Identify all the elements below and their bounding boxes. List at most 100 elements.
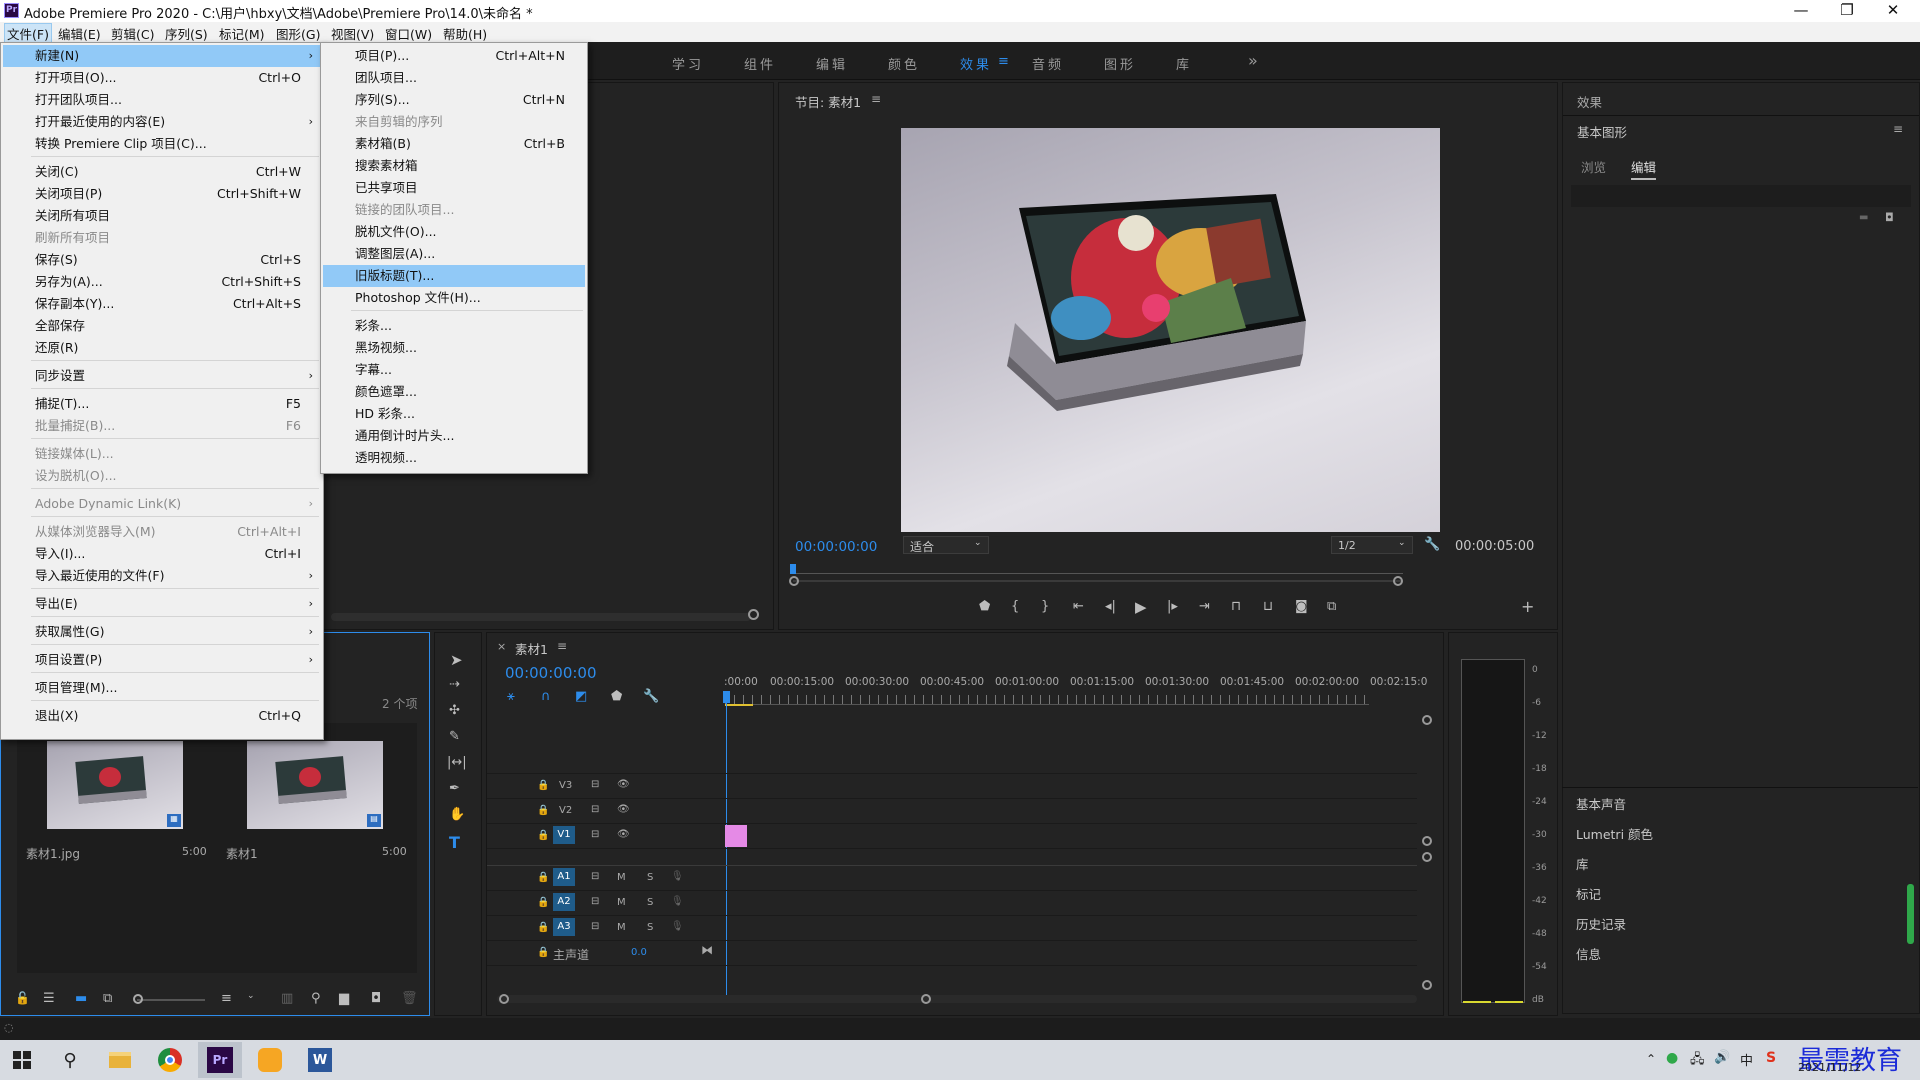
lock-icon[interactable]: 🔒 (537, 947, 549, 958)
pen-tool-icon[interactable]: ✒ (449, 781, 460, 796)
sync-lock-icon[interactable]: ⊟ (591, 779, 599, 790)
scroll-handle-icon[interactable] (1422, 980, 1432, 990)
lock-icon[interactable]: 🔒 (537, 872, 549, 883)
file-menu-item[interactable]: 项目管理(M)... (3, 677, 321, 699)
tray-icon[interactable]: ● (1666, 1050, 1678, 1066)
volume-icon[interactable]: 🔊 (1714, 1050, 1730, 1065)
track-label[interactable]: A3 (553, 918, 575, 936)
file-menu-item[interactable]: 保存副本(Y)... Ctrl+Alt+S (3, 293, 321, 315)
file-menu-item[interactable]: 获取属性(G) › (3, 621, 321, 643)
new-menu-item[interactable]: 项目(P)... Ctrl+Alt+N (323, 45, 585, 67)
add-marker-icon[interactable]: ⬟ (979, 599, 990, 614)
folder-icon[interactable]: ▬ (1859, 212, 1868, 223)
new-menu-item[interactable]: 彩条... (323, 315, 585, 337)
track-label[interactable]: V3 (559, 780, 572, 791)
new-menu-item[interactable]: Photoshop 文件(H)... (323, 287, 585, 309)
program-monitor-title[interactable]: 节目: 素材1 (795, 92, 861, 111)
snap-icon[interactable]: ∩ (541, 689, 551, 704)
chevron-up-icon[interactable]: ⌃ (1646, 1052, 1656, 1066)
new-menu-item[interactable]: 素材箱(B) Ctrl+B (323, 133, 585, 155)
panel-libraries[interactable]: 库 (1576, 854, 1589, 873)
microphone-icon[interactable]: 🎙 (671, 921, 684, 932)
menu-graphics[interactable]: 图形(G) (276, 24, 320, 43)
time-ruler[interactable] (725, 695, 1369, 705)
timeline-close-icon[interactable]: × (497, 640, 506, 653)
file-menu-item[interactable]: 导入(I)... Ctrl+I (3, 543, 321, 565)
panel-essential-sound[interactable]: 基本声音 (1576, 794, 1626, 813)
lock-icon[interactable]: 🔓 (15, 991, 30, 1005)
step-forward-icon[interactable]: |▸ (1167, 599, 1178, 614)
layers-list[interactable] (1571, 185, 1911, 207)
tab-edit[interactable]: 编辑 (1631, 157, 1657, 180)
file-menu-item[interactable]: 设为脱机(O)... (3, 465, 321, 487)
workspace-libraries[interactable]: 库 (1176, 54, 1192, 73)
master-volume-value[interactable]: 0.0 (631, 947, 647, 958)
new-menu-item[interactable]: 链接的团队项目... (323, 199, 585, 221)
file-menu-item[interactable]: 新建(N) › (3, 45, 321, 67)
scroll-handle-icon[interactable] (1422, 836, 1432, 846)
effects-panel-title[interactable]: 效果 (1577, 92, 1602, 111)
eye-icon[interactable]: 👁 (617, 829, 630, 840)
workspace-audio[interactable]: 音频 (1032, 54, 1064, 73)
new-menu-item[interactable]: 团队项目... (323, 67, 585, 89)
play-icon[interactable]: ▶ (1135, 598, 1147, 616)
file-explorer-icon[interactable] (98, 1042, 142, 1078)
new-bin-icon[interactable]: ▆ (339, 991, 349, 1006)
chevron-down-icon[interactable]: ⌄ (247, 991, 255, 1001)
eye-icon[interactable]: 👁 (617, 804, 630, 815)
sync-lock-icon[interactable]: ⊟ (591, 921, 599, 932)
file-menu-item[interactable]: 全部保存 (3, 315, 321, 337)
timeline-tab[interactable]: 素材1 (515, 639, 548, 658)
new-menu-item[interactable]: 颜色遮罩... (323, 381, 585, 403)
menu-edit[interactable]: 编辑(E) (58, 24, 101, 43)
slip-tool-icon[interactable]: |↔| (447, 755, 467, 770)
file-menu-item[interactable]: 打开最近使用的内容(E) › (3, 111, 321, 133)
windows-start-icon[interactable] (0, 1042, 44, 1078)
clock-date[interactable]: 2021/11/12 (1798, 1061, 1861, 1074)
menu-help[interactable]: 帮助(H) (443, 24, 487, 43)
file-menu-item[interactable]: 链接媒体(L)... (3, 443, 321, 465)
chrome-icon[interactable] (148, 1042, 192, 1078)
ripple-edit-tool-icon[interactable]: ✣ (449, 703, 460, 718)
solo-button[interactable]: S (647, 922, 653, 933)
freeform-view-icon[interactable]: ⧉ (103, 991, 112, 1006)
solo-button[interactable]: S (647, 872, 653, 883)
project-thumbnail[interactable]: ▤ (247, 741, 383, 829)
lock-icon[interactable]: 🔒 (537, 922, 549, 933)
trash-icon[interactable]: 🗑 (401, 991, 418, 1006)
file-menu-item[interactable]: 退出(X) Ctrl+Q (3, 705, 321, 727)
go-to-end-icon[interactable]: ⧓ (701, 943, 713, 957)
program-timecode-current[interactable]: 00:00:00:00 (795, 539, 877, 555)
new-menu-item[interactable]: 旧版标题(T)... (323, 265, 585, 287)
green-scroll-indicator[interactable] (1907, 884, 1914, 944)
new-layer-icon[interactable]: ◘ (1885, 211, 1894, 224)
new-menu-item[interactable]: 通用倒计时片头... (323, 425, 585, 447)
track-label[interactable]: A2 (553, 893, 575, 911)
work-area-bar[interactable] (725, 704, 753, 706)
file-menu-item[interactable]: 导入最近使用的文件(F) › (3, 565, 321, 587)
new-menu-item[interactable]: 透明视频... (323, 447, 585, 469)
maximize-button[interactable]: ❐ (1824, 0, 1870, 22)
timeline-h-scrollbar[interactable] (497, 995, 1417, 1003)
sogou-icon[interactable]: S (1766, 1050, 1776, 1066)
program-scrubber[interactable] (793, 562, 1403, 574)
panel-history[interactable]: 历史记录 (1576, 914, 1626, 933)
file-menu-item[interactable]: 保存(S) Ctrl+S (3, 249, 321, 271)
workspace-color[interactable]: 颜色 (888, 54, 920, 73)
menu-clip[interactable]: 剪辑(C) (111, 24, 154, 43)
go-to-out-icon[interactable]: ⇥ (1199, 599, 1210, 614)
new-menu-item[interactable]: 字幕... (323, 359, 585, 381)
file-menu-item[interactable]: 打开团队项目... (3, 89, 321, 111)
mark-out-icon[interactable]: } (1041, 599, 1049, 614)
file-menu-item[interactable]: 还原(R) (3, 337, 321, 359)
panel-lumetri-color[interactable]: Lumetri 颜色 (1576, 824, 1653, 843)
premiere-taskbar-icon[interactable]: Pr (198, 1042, 242, 1078)
resolution-dropdown[interactable]: 1/2 ⌄ (1331, 536, 1413, 554)
lock-icon[interactable]: 🔒 (537, 830, 549, 841)
menu-markers[interactable]: 标记(M) (219, 24, 265, 43)
file-menu-item[interactable]: 关闭(C) Ctrl+W (3, 161, 321, 183)
add-button-icon[interactable]: + (1521, 597, 1534, 616)
new-menu-item[interactable]: 调整图层(A)... (323, 243, 585, 265)
new-menu-item[interactable]: 搜索素材箱 (323, 155, 585, 177)
add-marker-icon[interactable]: ⬟ (611, 689, 622, 704)
